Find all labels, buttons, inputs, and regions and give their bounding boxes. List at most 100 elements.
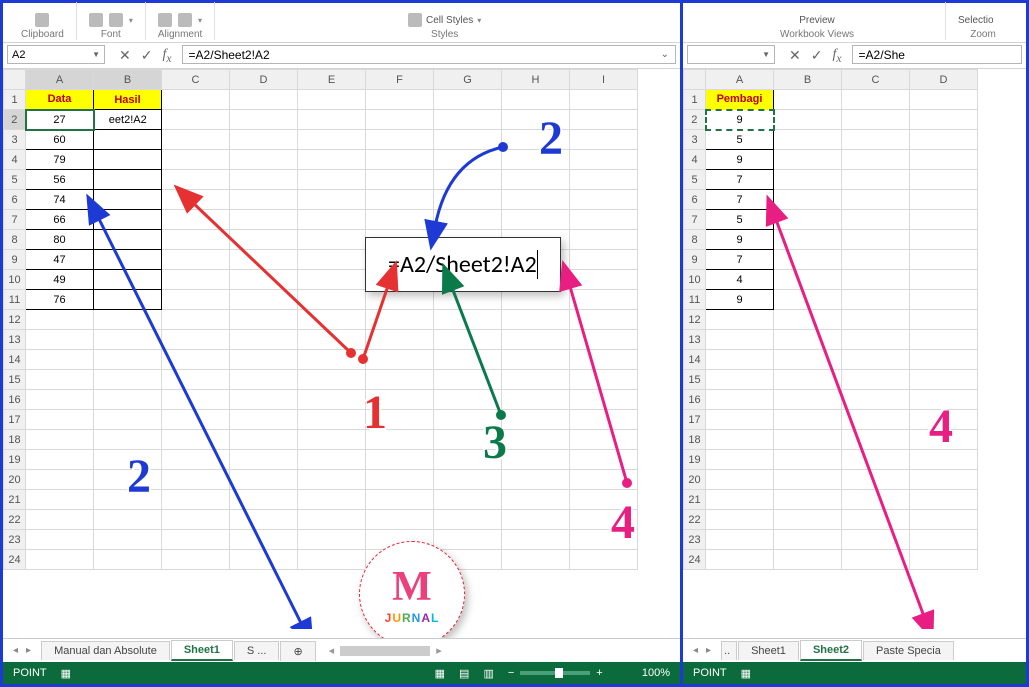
tab-nav-prev[interactable]: ◂ (693, 645, 698, 656)
cell[interactable] (774, 210, 842, 230)
cell[interactable] (26, 330, 94, 350)
cell[interactable] (774, 370, 842, 390)
cell[interactable] (774, 310, 842, 330)
cell[interactable] (298, 90, 366, 110)
cell[interactable] (162, 370, 230, 390)
tab-nav-next[interactable]: ▸ (706, 645, 711, 656)
cell[interactable] (502, 470, 570, 490)
cell[interactable] (366, 450, 434, 470)
row-header[interactable]: 6 (4, 190, 26, 210)
cell[interactable] (230, 410, 298, 430)
cell[interactable] (502, 330, 570, 350)
cell[interactable] (162, 490, 230, 510)
cell[interactable] (774, 550, 842, 570)
ribbon-group-zoom[interactable]: Selectio Zoom (946, 2, 1020, 40)
cell[interactable] (434, 510, 502, 530)
cell[interactable] (366, 90, 434, 110)
cell[interactable]: Data (26, 90, 94, 110)
cell[interactable] (162, 270, 230, 290)
cell[interactable] (162, 170, 230, 190)
cell[interactable] (706, 450, 774, 470)
cell[interactable] (434, 130, 502, 150)
row-header[interactable]: 18 (4, 430, 26, 450)
cell[interactable] (162, 470, 230, 490)
cell[interactable] (570, 90, 638, 110)
cell[interactable] (94, 290, 162, 310)
cell[interactable] (842, 190, 910, 210)
cell[interactable] (298, 230, 366, 250)
cell[interactable] (842, 330, 910, 350)
cell[interactable] (162, 290, 230, 310)
cell[interactable] (366, 350, 434, 370)
tab-nav-next[interactable]: ▸ (26, 645, 31, 656)
tab-nav-prev[interactable]: ◂ (13, 645, 18, 656)
cell[interactable] (94, 210, 162, 230)
row-header[interactable]: 22 (4, 510, 26, 530)
cell[interactable] (910, 130, 978, 150)
cell[interactable] (366, 290, 434, 310)
cell[interactable]: 27 (26, 110, 94, 130)
cell[interactable] (230, 510, 298, 530)
cell[interactable]: 49 (26, 270, 94, 290)
cell[interactable] (434, 350, 502, 370)
cell[interactable] (230, 110, 298, 130)
cell[interactable] (162, 410, 230, 430)
cell[interactable] (774, 430, 842, 450)
tab-manual[interactable]: Manual dan Absolute (41, 641, 170, 660)
zoom-slider[interactable]: −+ (508, 667, 628, 679)
cell[interactable] (910, 90, 978, 110)
cell[interactable] (298, 250, 366, 270)
cell[interactable] (230, 550, 298, 570)
wrap-icon[interactable] (178, 13, 192, 27)
cell[interactable] (706, 330, 774, 350)
cell[interactable] (366, 470, 434, 490)
cell[interactable] (842, 90, 910, 110)
cell[interactable] (570, 190, 638, 210)
row-header[interactable]: 23 (684, 530, 706, 550)
cell[interactable] (910, 270, 978, 290)
cell[interactable]: 9 (706, 290, 774, 310)
cell[interactable] (298, 110, 366, 130)
cell[interactable]: 7 (706, 170, 774, 190)
cell[interactable] (162, 150, 230, 170)
cell[interactable] (842, 390, 910, 410)
cell[interactable] (502, 350, 570, 370)
cell[interactable] (298, 430, 366, 450)
cell[interactable] (298, 390, 366, 410)
cell[interactable] (366, 130, 434, 150)
cell[interactable] (570, 250, 638, 270)
cell[interactable] (434, 210, 502, 230)
row-header[interactable]: 24 (4, 550, 26, 570)
cell[interactable] (162, 110, 230, 130)
cell[interactable] (94, 510, 162, 530)
cell[interactable] (94, 530, 162, 550)
col-header[interactable]: A (26, 70, 94, 90)
cell[interactable] (842, 270, 910, 290)
cell[interactable] (94, 190, 162, 210)
row-header[interactable]: 4 (4, 150, 26, 170)
cell[interactable] (26, 450, 94, 470)
row-header[interactable]: 11 (684, 290, 706, 310)
cell[interactable] (162, 330, 230, 350)
row-header[interactable]: 23 (4, 530, 26, 550)
row-header[interactable]: 13 (684, 330, 706, 350)
row-header[interactable]: 8 (4, 230, 26, 250)
zoom-level[interactable]: 100% (642, 667, 670, 679)
cell[interactable] (774, 530, 842, 550)
cellstyles-icon[interactable] (408, 13, 422, 27)
cell[interactable] (774, 450, 842, 470)
cell[interactable]: Hasil (94, 90, 162, 110)
cell[interactable] (230, 250, 298, 270)
cell[interactable]: 79 (26, 150, 94, 170)
cell[interactable]: 7 (706, 250, 774, 270)
cell[interactable] (910, 170, 978, 190)
row-header[interactable]: 3 (4, 130, 26, 150)
macro-icon[interactable]: ▦ (61, 667, 71, 680)
cell[interactable] (298, 410, 366, 430)
cell[interactable] (910, 290, 978, 310)
cell[interactable] (706, 550, 774, 570)
chevron-down-icon[interactable]: ▼ (762, 50, 770, 59)
cancel-icon[interactable]: ✕ (789, 47, 801, 64)
cell[interactable] (366, 110, 434, 130)
cell[interactable] (162, 250, 230, 270)
